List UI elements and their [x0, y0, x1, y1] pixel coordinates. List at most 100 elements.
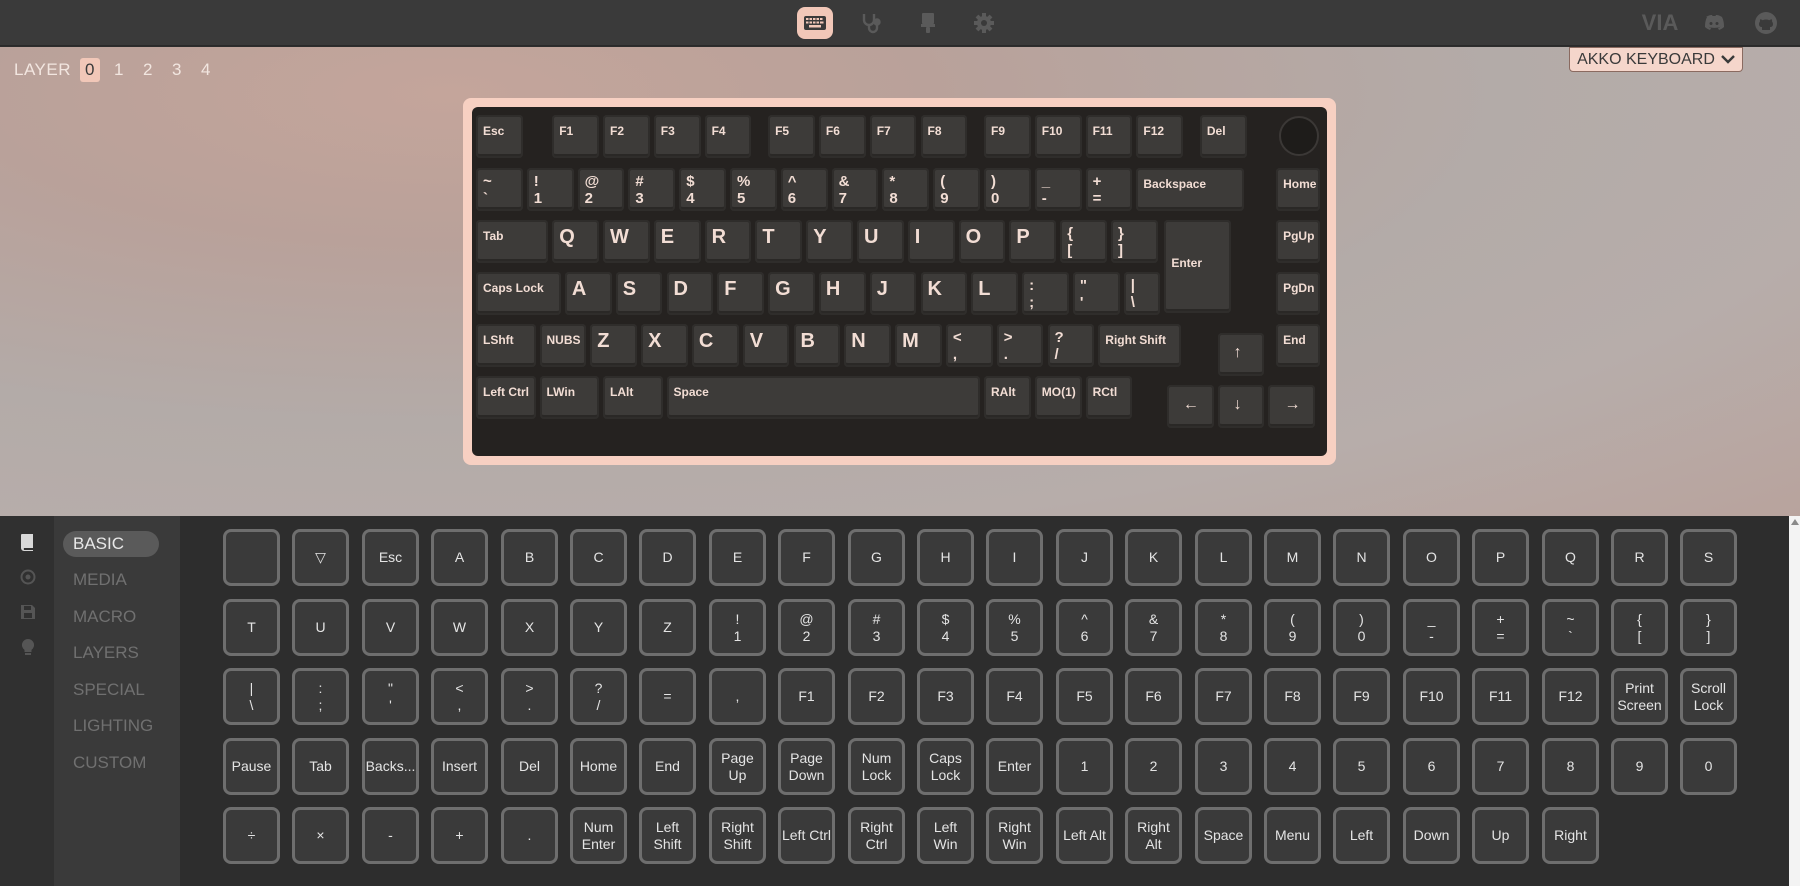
key-symbol[interactable]: ←: [1166, 385, 1214, 428]
keycode-o[interactable]: O: [1403, 529, 1460, 586]
keycode-i[interactable]: I: [986, 529, 1043, 586]
keycode-f2[interactable]: F2: [848, 668, 905, 725]
keycode-end[interactable]: End: [639, 738, 696, 795]
key-esc[interactable]: Esc: [476, 115, 523, 158]
layer-3-button[interactable]: 3: [167, 58, 187, 82]
scroll-up-icon[interactable]: [1791, 519, 1799, 525]
scrollbar[interactable]: [1789, 516, 1800, 886]
keycode-f9[interactable]: F9: [1333, 668, 1390, 725]
key-f6[interactable]: F6: [818, 115, 866, 158]
key-lshft[interactable]: LShft: [476, 324, 536, 367]
configure-keyboard-icon[interactable]: [797, 7, 833, 39]
keycode-symbol-4-3[interactable]: +: [431, 807, 488, 864]
keycode-symbol-2-3[interactable]: < ,: [431, 668, 488, 725]
key-9[interactable]: ( 9: [933, 168, 980, 211]
key-2[interactable]: @ 2: [577, 168, 625, 211]
keycode-symbol-1-21[interactable]: } ]: [1680, 599, 1737, 656]
key-pgup[interactable]: PgUp: [1276, 220, 1321, 263]
keycode-3[interactable]: 3: [1195, 738, 1252, 795]
key-o[interactable]: O: [958, 220, 1006, 263]
key-7[interactable]: & 7: [831, 168, 879, 211]
key-f12[interactable]: F12: [1136, 115, 1184, 158]
key-symbol[interactable]: < ,: [945, 324, 993, 367]
key-rctl[interactable]: RCtl: [1085, 376, 1133, 419]
keycode-page-down[interactable]: Page Down: [778, 738, 835, 795]
key-caps-lock[interactable]: Caps Lock: [476, 272, 561, 315]
keycode-caps-lock[interactable]: Caps Lock: [917, 738, 974, 795]
key-d[interactable]: D: [666, 272, 714, 315]
keycode-7[interactable]: & 7: [1125, 599, 1182, 656]
layer-0-button[interactable]: 0: [80, 58, 100, 82]
keycode-up[interactable]: Up: [1472, 807, 1529, 864]
key-symbol[interactable]: ↓: [1217, 385, 1265, 428]
key-n[interactable]: N: [844, 324, 892, 367]
key-lwin[interactable]: LWin: [539, 376, 599, 419]
keycode-6[interactable]: 6: [1403, 738, 1460, 795]
keycode-f4[interactable]: F4: [986, 668, 1043, 725]
category-lighting[interactable]: LIGHTING: [63, 713, 159, 739]
design-brush-icon[interactable]: [910, 7, 946, 39]
key-enter[interactable]: Enter: [1164, 220, 1232, 313]
key-x[interactable]: X: [641, 324, 688, 367]
key-q[interactable]: Q: [552, 220, 599, 263]
keycode-v[interactable]: V: [362, 599, 419, 656]
keycode-left[interactable]: Left: [1333, 807, 1390, 864]
keycode-u[interactable]: U: [292, 599, 349, 656]
keycode-symbol-2-4[interactable]: > .: [501, 668, 558, 725]
keycode-left-ctrl[interactable]: Left Ctrl: [778, 807, 835, 864]
key-g[interactable]: G: [768, 272, 815, 315]
keycode-left-win[interactable]: Left Win: [917, 807, 974, 864]
keycode-s[interactable]: S: [1680, 529, 1737, 586]
keycode-f11[interactable]: F11: [1472, 668, 1529, 725]
key-j[interactable]: J: [869, 272, 917, 315]
key-v[interactable]: V: [742, 324, 790, 367]
keycode-right-ctrl[interactable]: Right Ctrl: [848, 807, 905, 864]
key-s[interactable]: S: [615, 272, 663, 315]
key-f8[interactable]: F8: [920, 115, 968, 158]
key-symbol[interactable]: : ;: [1022, 272, 1069, 315]
keyboard-select[interactable]: AKKO KEYBOARD: [1569, 47, 1743, 72]
category-custom[interactable]: CUSTOM: [63, 750, 159, 776]
key-symbol[interactable]: } ]: [1111, 220, 1158, 263]
key-1[interactable]: ! 1: [526, 168, 574, 211]
settings-gear-icon[interactable]: [966, 7, 1002, 39]
key-home[interactable]: Home: [1276, 168, 1321, 211]
layer-1-button[interactable]: 1: [109, 58, 129, 82]
key-pgdn[interactable]: PgDn: [1276, 272, 1321, 315]
keycode-7[interactable]: 7: [1472, 738, 1529, 795]
keycode-m[interactable]: M: [1264, 529, 1321, 586]
keycode-f3[interactable]: F3: [917, 668, 974, 725]
key-del[interactable]: Del: [1199, 115, 1247, 158]
keycode-del[interactable]: Del: [501, 738, 558, 795]
key-3[interactable]: # 3: [628, 168, 676, 211]
key-f9[interactable]: F9: [984, 115, 1031, 158]
key-b[interactable]: B: [793, 324, 841, 367]
key-symbol[interactable]: →: [1268, 385, 1316, 428]
keycode-symbol-2-0[interactable]: | \: [223, 668, 280, 725]
keycode-y[interactable]: Y: [570, 599, 627, 656]
key-8[interactable]: * 8: [882, 168, 930, 211]
keycode-pause[interactable]: Pause: [223, 738, 280, 795]
keycode-w[interactable]: W: [431, 599, 488, 656]
rotary-knob[interactable]: [1279, 116, 1319, 156]
keycode-num-lock[interactable]: Num Lock: [848, 738, 905, 795]
keycode-b[interactable]: B: [501, 529, 558, 586]
key-z[interactable]: Z: [590, 324, 638, 367]
keycode-scroll-lock[interactable]: Scroll Lock: [1680, 668, 1737, 725]
keycode-backs[interactable]: Backs...: [362, 738, 419, 795]
keycode-symbol-1-20[interactable]: { [: [1611, 599, 1668, 656]
keycode-f5[interactable]: F5: [1056, 668, 1113, 725]
keycode-enter[interactable]: Enter: [986, 738, 1043, 795]
keycode-9[interactable]: ( 9: [1264, 599, 1321, 656]
github-icon[interactable]: [1752, 9, 1780, 37]
keycode-4[interactable]: 4: [1264, 738, 1321, 795]
keycode-9[interactable]: 9: [1611, 738, 1668, 795]
keycode-right[interactable]: Right: [1542, 807, 1599, 864]
key-end[interactable]: End: [1276, 324, 1321, 367]
key-l[interactable]: L: [971, 272, 1019, 315]
keycode-symbol-1-17[interactable]: _ -: [1403, 599, 1460, 656]
keycode-symbol-2-2[interactable]: " ': [362, 668, 419, 725]
keycode-1[interactable]: 1: [1056, 738, 1113, 795]
keycode-r[interactable]: R: [1611, 529, 1668, 586]
keycode-num-enter[interactable]: Num Enter: [570, 807, 627, 864]
